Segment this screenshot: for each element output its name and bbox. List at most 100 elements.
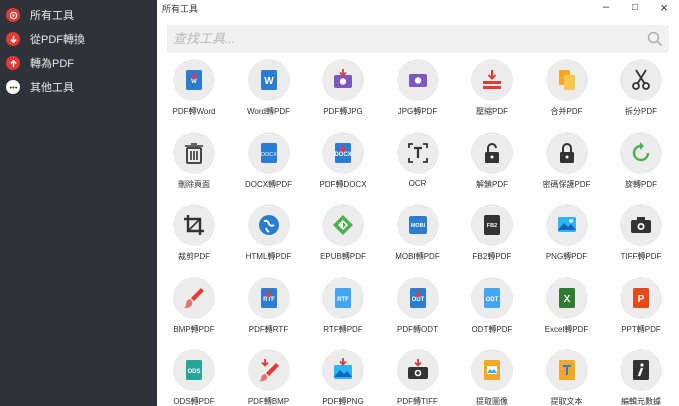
tool-label: 密碼保護PDF [542,179,591,189]
tool-compress-pdf[interactable]: 壓縮PDF [455,56,529,126]
tool-html-to-pdf[interactable]: HTML轉PDF [232,201,306,271]
tool-pdf-to-bmp[interactable]: PDF轉BMP [232,346,306,406]
rotate-pdf-icon [620,131,662,174]
minimize-button[interactable]: – [595,0,617,14]
merge-pdf-icon [545,59,588,101]
tool-docx-to-pdf[interactable]: DOCX DOCX轉PDF [232,129,306,199]
sidebar-item-all-tools[interactable]: 所有工具 [0,3,157,27]
svg-text:RTF: RTF [337,297,349,303]
tool-bmp-to-pdf[interactable]: BMP轉PDF [157,274,231,344]
tool-pdf-to-rtf[interactable]: RTF PDF轉RTF [232,274,306,344]
edit-metadata-icon [620,349,662,391]
tool-pdf-to-docx[interactable]: DOCX PDF轉DOCX [306,129,380,199]
pdf-to-jpg-icon [322,59,364,101]
tool-tiff-to-pdf[interactable]: TIFF轉PDF [604,201,678,271]
tool-pdf-to-odt[interactable]: ODT PDF轉ODT [381,274,455,344]
tool-delete-pages[interactable]: 刪除頁面 [157,129,231,199]
tool-label: 編輯元數據 [621,397,661,406]
tool-label: PDF轉TIFF [397,397,438,406]
tool-label: PPT轉PDF [621,324,661,334]
tool-label: PDF轉BMP [247,397,290,406]
pdf-to-word-icon: W [173,59,215,101]
sidebar-item-from-pdf[interactable]: 從PDF轉換 [0,27,157,51]
close-button[interactable]: × [653,0,675,15]
tool-png-to-pdf[interactable]: PNG轉PDF [530,201,604,271]
svg-text:RTF: RTF [263,297,275,303]
pdf-to-bmp-icon [247,349,290,391]
tool-unlock-pdf[interactable]: 解鎖PDF [455,129,529,199]
tool-label: PDF轉ODT [397,324,438,334]
tool-rotate-pdf[interactable]: 旋轉PDF [604,129,678,199]
excel-to-pdf-icon: X [545,276,588,319]
tool-label: PDF轉RTF [248,324,289,334]
extract-images-icon [471,349,513,391]
pdf-to-docx-icon: DOCX [322,131,364,174]
tool-label: PDF轉DOCX [319,179,367,189]
tool-label: 提取圖像 [476,397,508,406]
arrow-up-icon [6,56,20,70]
tool-label: 拆分PDF [625,107,657,116]
tool-split-pdf[interactable]: 拆分PDF [604,56,678,126]
tool-rtf-to-pdf[interactable]: RTF RTF轉PDF [306,274,380,344]
tool-excel-to-pdf[interactable]: X Excel轉PDF [530,274,604,344]
svg-text:P: P [638,294,645,305]
tool-epub-to-pdf[interactable]: EPUB轉PDF [306,201,380,271]
tool-odt-to-pdf[interactable]: ODT ODT轉PDF [455,274,529,344]
tool-edit-metadata[interactable]: 編輯元數據 [604,346,678,406]
tool-label: PDF轉Word [172,107,216,116]
search-icon[interactable] [647,31,663,47]
tool-jpg-to-pdf[interactable]: JPG轉PDF [381,56,455,126]
svg-text:W: W [191,79,197,85]
tool-crop-pdf[interactable]: 裁剪PDF [157,201,231,271]
tool-label: Excel轉PDF [544,324,589,334]
tool-label: PNG轉PDF [545,252,588,261]
crop-pdf-icon [173,204,215,246]
maximize-button[interactable]: □ [624,0,646,14]
tool-protect-pdf[interactable]: 密碼保護PDF [530,129,604,199]
mobi-to-pdf-icon: MOBI [396,204,439,246]
tool-extract-images[interactable]: 提取圖像 [455,346,529,406]
svg-text:FB2: FB2 [487,223,497,229]
ods-to-pdf-icon: ODS [173,349,215,391]
tool-ppt-to-pdf[interactable]: P PPT轉PDF [604,274,678,344]
rtf-to-pdf-icon: RTF [322,276,364,319]
tool-pdf-to-tiff[interactable]: PDF轉TIFF [381,346,455,406]
arrow-down-icon [6,32,20,46]
sidebar-item-to-pdf[interactable]: 轉為PDF [0,51,157,75]
sidebar-item-other-tools[interactable]: 其他工具 [0,75,157,99]
search-input[interactable] [173,25,633,53]
tool-pdf-to-jpg[interactable]: PDF轉JPG [306,56,380,126]
tool-ods-to-pdf[interactable]: ODS ODS轉PDF [157,346,231,406]
tool-label: FB2轉PDF [472,252,512,261]
sidebar-item-label: 轉為PDF [30,58,74,70]
sidebar-item-label: 從PDF轉換 [30,34,85,46]
split-pdf-icon [620,59,662,101]
docx-to-pdf-icon: DOCX [247,131,290,174]
png-to-pdf-icon [545,204,588,246]
tool-ocr[interactable]: OCR [381,129,455,199]
tool-word-to-pdf[interactable]: W Word轉PDF [232,56,306,126]
title-bar: 所有工具 – □ × [157,0,679,16]
pdf-to-odt-icon: ODT [396,276,439,319]
tool-label: 裁剪PDF [178,252,210,261]
tool-label: 壓縮PDF [476,107,508,116]
fb2-to-pdf-icon: FB2 [471,204,513,246]
tool-fb2-to-pdf[interactable]: FB2 FB2轉PDF [455,201,529,271]
tool-label: DOCX轉PDF [244,179,293,189]
tool-label: EPUB轉PDF [320,252,366,261]
tool-label: JPG轉PDF [397,107,438,116]
odt-to-pdf-icon: ODT [471,276,513,319]
svg-text:X: X [563,294,570,305]
tool-label: Word轉PDF [247,107,290,116]
tool-mobi-to-pdf[interactable]: MOBI MOBI轉PDF [381,201,455,271]
tools-grid: W PDF轉Word W Word轉PDF PDF轉JPG JPG轉PDF 壓縮PDF 合并P… [157,56,679,406]
tool-pdf-to-word[interactable]: W PDF轉Word [157,56,231,126]
html-to-pdf-icon [247,204,290,246]
search-bar [167,25,669,53]
word-to-pdf-icon: W [247,59,290,101]
tool-extract-text[interactable]: 提取文本 [530,346,604,406]
pdf-to-tiff-icon [396,349,439,391]
tool-label: ODT轉PDF [471,324,513,334]
tool-merge-pdf[interactable]: 合并PDF [530,56,604,126]
tool-pdf-to-png[interactable]: PDF轉PNG [306,346,380,406]
